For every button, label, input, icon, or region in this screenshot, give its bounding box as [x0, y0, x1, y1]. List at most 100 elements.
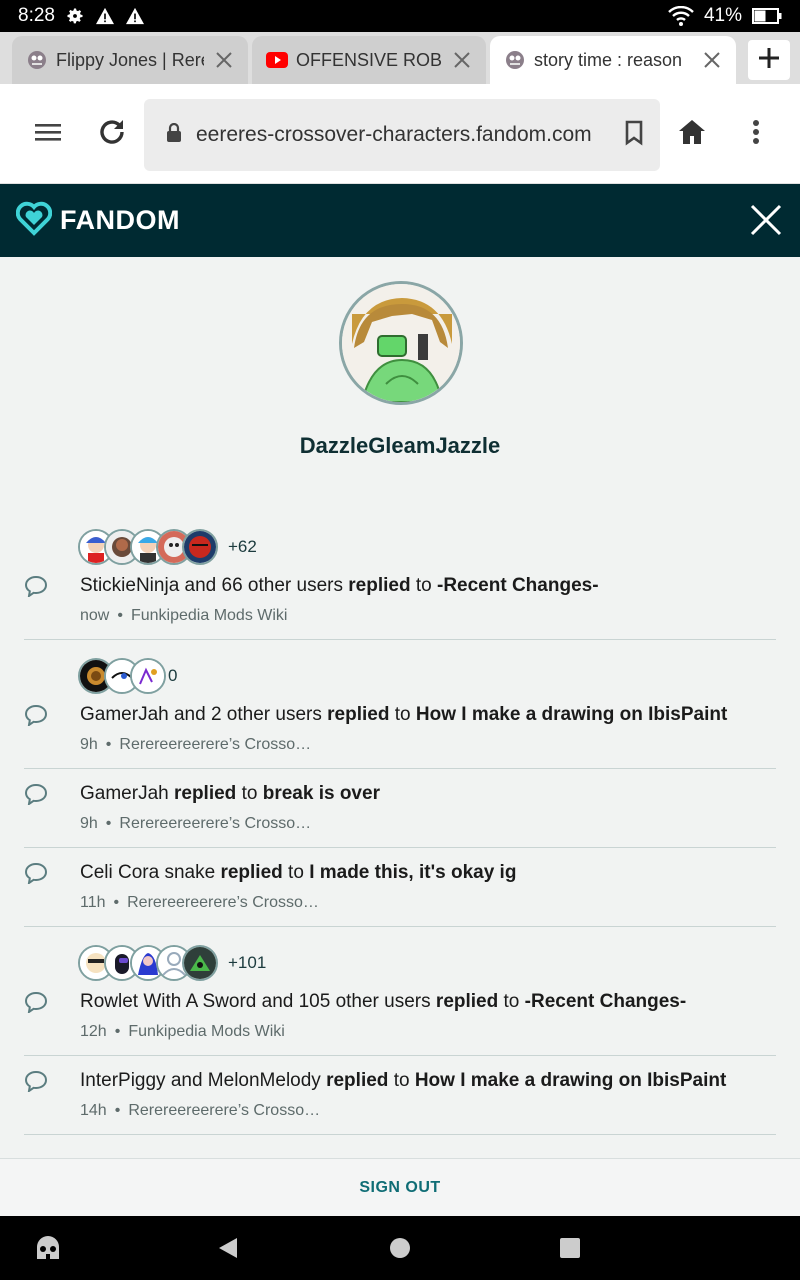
tab-title: story time : reason [534, 49, 683, 70]
profile-username[interactable]: DazzleGleamJazzle [0, 433, 800, 459]
thread-link[interactable]: break is over [263, 783, 380, 804]
activity-text: GamerJah and 2 other users replied to Ho… [80, 704, 728, 725]
thread-link[interactable]: How I make a drawing on IbisPaint [416, 704, 727, 725]
activity-time: 9h [80, 815, 98, 832]
warning-icon [125, 7, 145, 25]
reload-button[interactable] [92, 114, 132, 154]
activity-meta: 14h • Rerereereerere’s Crosso… [80, 1102, 321, 1119]
home-button[interactable] [672, 114, 712, 154]
tab-story-time[interactable]: story time : reason [490, 36, 736, 84]
wiki-link[interactable]: Funkipedia Mods Wiki [128, 1023, 285, 1040]
wifi-icon [668, 6, 694, 26]
tab-offensive-roblox[interactable]: OFFENSIVE ROBLO [252, 36, 486, 84]
tab-title: OFFENSIVE ROBLO [296, 49, 442, 70]
back-triangle-icon [217, 1236, 239, 1265]
back-button[interactable] [210, 1232, 246, 1268]
address-bar[interactable]: eereres-crossover-characters.fandom.com [144, 99, 660, 171]
wiki-link[interactable]: Rerereereerere’s Crosso… [119, 815, 311, 832]
feed-item[interactable]: Celi Cora snake replied to I made this, … [24, 862, 776, 927]
thread-link[interactable]: How I make a drawing on IbisPaint [415, 1070, 726, 1091]
activity-text: Rowlet With A Sword and 105 other users … [80, 991, 687, 1012]
recents-button[interactable] [552, 1232, 588, 1268]
more-options-button[interactable] [736, 114, 776, 154]
tab-flippy-jones[interactable]: Flippy Jones | Rerer [12, 36, 248, 84]
more-participants-count: 0 [168, 666, 178, 685]
warning-icon [95, 7, 115, 25]
activity-feed: +62 StickieNinja and 66 other users repl… [24, 511, 776, 1135]
browser-toolbar: eereres-crossover-characters.fandom.com [0, 84, 800, 184]
activity-meta: 9h • Rerereereerere’s Crosso… [80, 736, 312, 753]
signout-bar: SIGN OUT [0, 1158, 800, 1216]
comment-bubble-icon [24, 1070, 80, 1092]
comment-bubble-icon [24, 862, 80, 884]
activity-text: Celi Cora snake replied to I made this, … [80, 862, 517, 883]
assistant-button[interactable] [30, 1232, 66, 1268]
feed-item[interactable]: +62 StickieNinja and 66 other users repl… [24, 527, 776, 640]
activity-time: now [80, 607, 110, 624]
assistant-icon [33, 1233, 63, 1268]
battery-percent: 41% [703, 5, 742, 26]
thread-link[interactable]: -Recent Changes- [525, 991, 687, 1012]
activity-text: StickieNinja and 66 other users replied … [80, 575, 599, 596]
close-tab-icon[interactable] [212, 48, 236, 72]
thread-link[interactable]: I made this, it's okay ig [309, 862, 516, 883]
home-nav-button[interactable] [382, 1232, 418, 1268]
participant-avatars: 0 [78, 656, 776, 696]
fandom-heart-logo-icon[interactable] [15, 200, 53, 241]
activity-time: 9h [80, 736, 98, 753]
comment-bubble-icon [24, 704, 80, 726]
feed-item[interactable]: GamerJah replied to break is over 9h • Rer… [24, 783, 776, 848]
home-circle-icon [389, 1237, 411, 1264]
recents-square-icon [559, 1237, 581, 1264]
wiki-favicon-icon [26, 49, 48, 71]
status-bar: 8:28 41% [0, 0, 800, 32]
user-panel: DazzleGleamJazzle +62 StickieNinja and 6… [0, 257, 800, 1158]
close-tab-icon[interactable] [700, 48, 724, 72]
activity-meta: now • Funkipedia Mods Wiki [80, 607, 288, 624]
sign-out-button[interactable]: SIGN OUT [359, 1179, 440, 1197]
new-tab-button[interactable] [748, 40, 790, 80]
close-tab-icon[interactable] [450, 48, 474, 72]
system-nav-bar [0, 1216, 800, 1280]
feed-item[interactable]: InterPiggy and MelonMelody replied to Ho… [24, 1070, 776, 1135]
comment-bubble-icon [24, 991, 80, 1013]
comment-bubble-icon [24, 783, 80, 805]
activity-meta: 9h • Rerereereerere’s Crosso… [80, 815, 312, 832]
hamburger-icon [35, 122, 61, 147]
avatar [130, 658, 166, 694]
more-vert-icon [752, 119, 760, 150]
more-participants-count: +101 [228, 953, 267, 972]
wiki-link[interactable]: Rerereereerere’s Crosso… [128, 1102, 320, 1119]
menu-button[interactable] [28, 114, 68, 154]
participant-avatars: +62 [78, 527, 776, 567]
wiki-link[interactable]: Rerereereerere’s Crosso… [119, 736, 311, 753]
activity-time: 12h [80, 1023, 107, 1040]
feed-item[interactable]: 0 GamerJah and 2 other users replied to … [24, 656, 776, 769]
fandom-logo-text[interactable]: FANDOM [60, 205, 180, 236]
profile-avatar[interactable] [339, 281, 463, 405]
activity-text: GamerJah replied to break is over [80, 783, 380, 804]
comment-bubble-icon [24, 575, 80, 597]
lock-icon [166, 122, 182, 148]
settings-gear-icon [65, 6, 85, 26]
activity-time: 11h [80, 894, 106, 911]
plus-icon [757, 46, 781, 75]
battery-icon [752, 8, 782, 24]
status-time: 8:28 [18, 5, 55, 26]
avatar [182, 945, 218, 981]
wiki-favicon-icon [504, 49, 526, 71]
activity-meta: 11h • Rerereereerere’s Crosso… [80, 894, 319, 911]
activity-meta: 12h • Funkipedia Mods Wiki [80, 1023, 285, 1040]
fandom-header: FANDOM [0, 184, 800, 257]
youtube-favicon-icon [266, 49, 288, 71]
bookmark-icon[interactable] [624, 120, 644, 151]
wiki-link[interactable]: Rerereereerere’s Crosso… [127, 894, 319, 911]
close-icon[interactable] [748, 202, 784, 238]
thread-link[interactable]: -Recent Changes- [437, 575, 599, 596]
url-text: eereres-crossover-characters.fandom.com [196, 123, 592, 146]
participant-avatars: +101 [78, 943, 776, 983]
wiki-link[interactable]: Funkipedia Mods Wiki [131, 607, 288, 624]
avatar [182, 529, 218, 565]
feed-item[interactable]: +101 Rowlet With A Sword and 105 other u… [24, 943, 776, 1056]
home-icon [678, 119, 706, 150]
